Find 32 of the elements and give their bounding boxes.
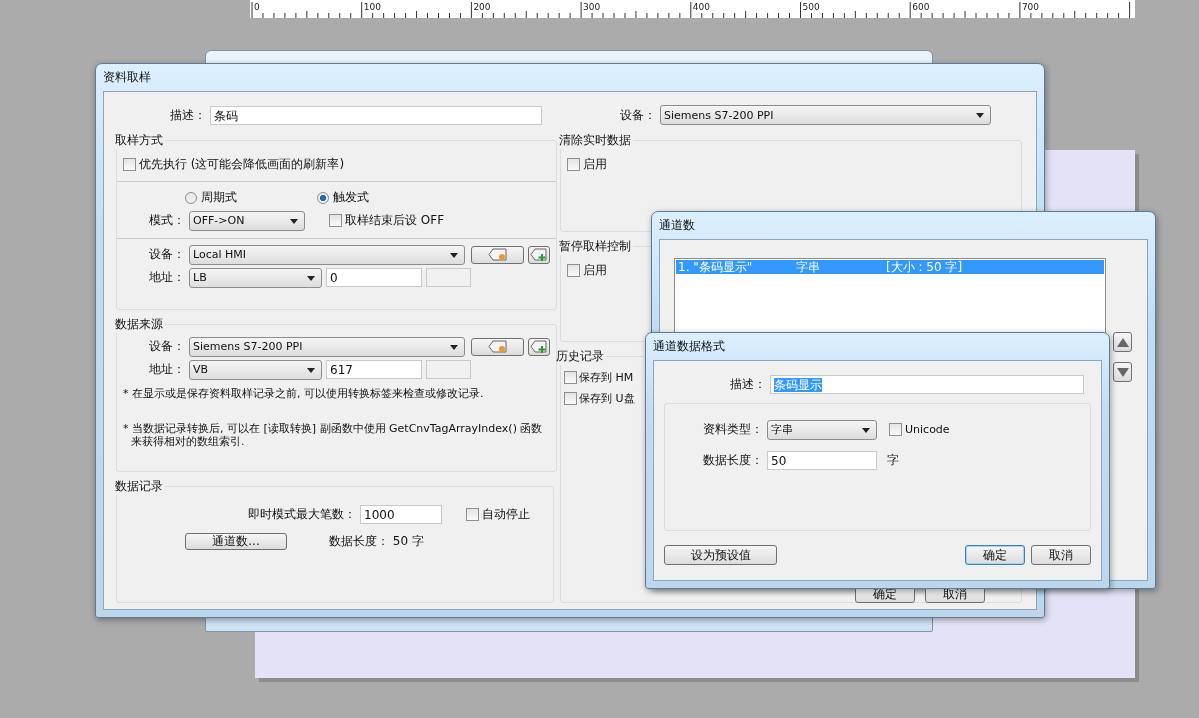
- group-title: 取样方式: [114, 132, 164, 149]
- window-title: 资料取样: [103, 69, 152, 86]
- window-title: 通道数: [659, 217, 696, 234]
- group-title: 数据记录: [114, 478, 164, 495]
- ruler-label: 700: [1021, 2, 1040, 12]
- ruler-label: 100: [363, 2, 381, 12]
- field-label: 资料类型：: [702, 421, 763, 438]
- field-label: 描述：: [729, 375, 766, 393]
- ruler-label: 300: [583, 2, 601, 12]
- ruler-label: 400: [692, 2, 710, 12]
- data-length-text: 数据长度： 50 字: [329, 533, 424, 550]
- field-label: 地址：: [148, 361, 185, 378]
- field-label: 设备：: [619, 106, 656, 124]
- field-label: 设备：: [148, 338, 185, 355]
- ruler-label: 0: [254, 2, 260, 12]
- group-title: 历史记录: [555, 348, 605, 365]
- group-title: 清除实时数据: [558, 132, 632, 149]
- group-title: 暂停取样控制: [558, 238, 632, 255]
- ruler-label: 200: [473, 2, 491, 12]
- note-text: * 当数据记录转换后, 可以在 [读取转换] 副函数中使用 GetCnvTagArrayIndex() 函数来获得相对的数组索引.: [123, 422, 544, 448]
- window-title: 通道数据格式: [653, 338, 726, 355]
- ruler-label: 500: [802, 2, 820, 12]
- field-label: 描述：: [169, 106, 206, 124]
- field-label: 设备：: [148, 246, 185, 263]
- ruler-label: 600: [912, 2, 930, 12]
- note-text: * 在显示或是保存资料取样记录之前, 可以使用转换标签来检查或修改记录.: [123, 387, 485, 400]
- group-title: 数据来源: [114, 316, 164, 333]
- field-label: 地址：: [148, 269, 185, 286]
- field-label: 模式：: [148, 212, 185, 229]
- unit-label: 字: [887, 452, 899, 469]
- field-label: 数据长度：: [702, 452, 763, 469]
- field-label: 即时模式最大笔数：: [248, 506, 356, 523]
